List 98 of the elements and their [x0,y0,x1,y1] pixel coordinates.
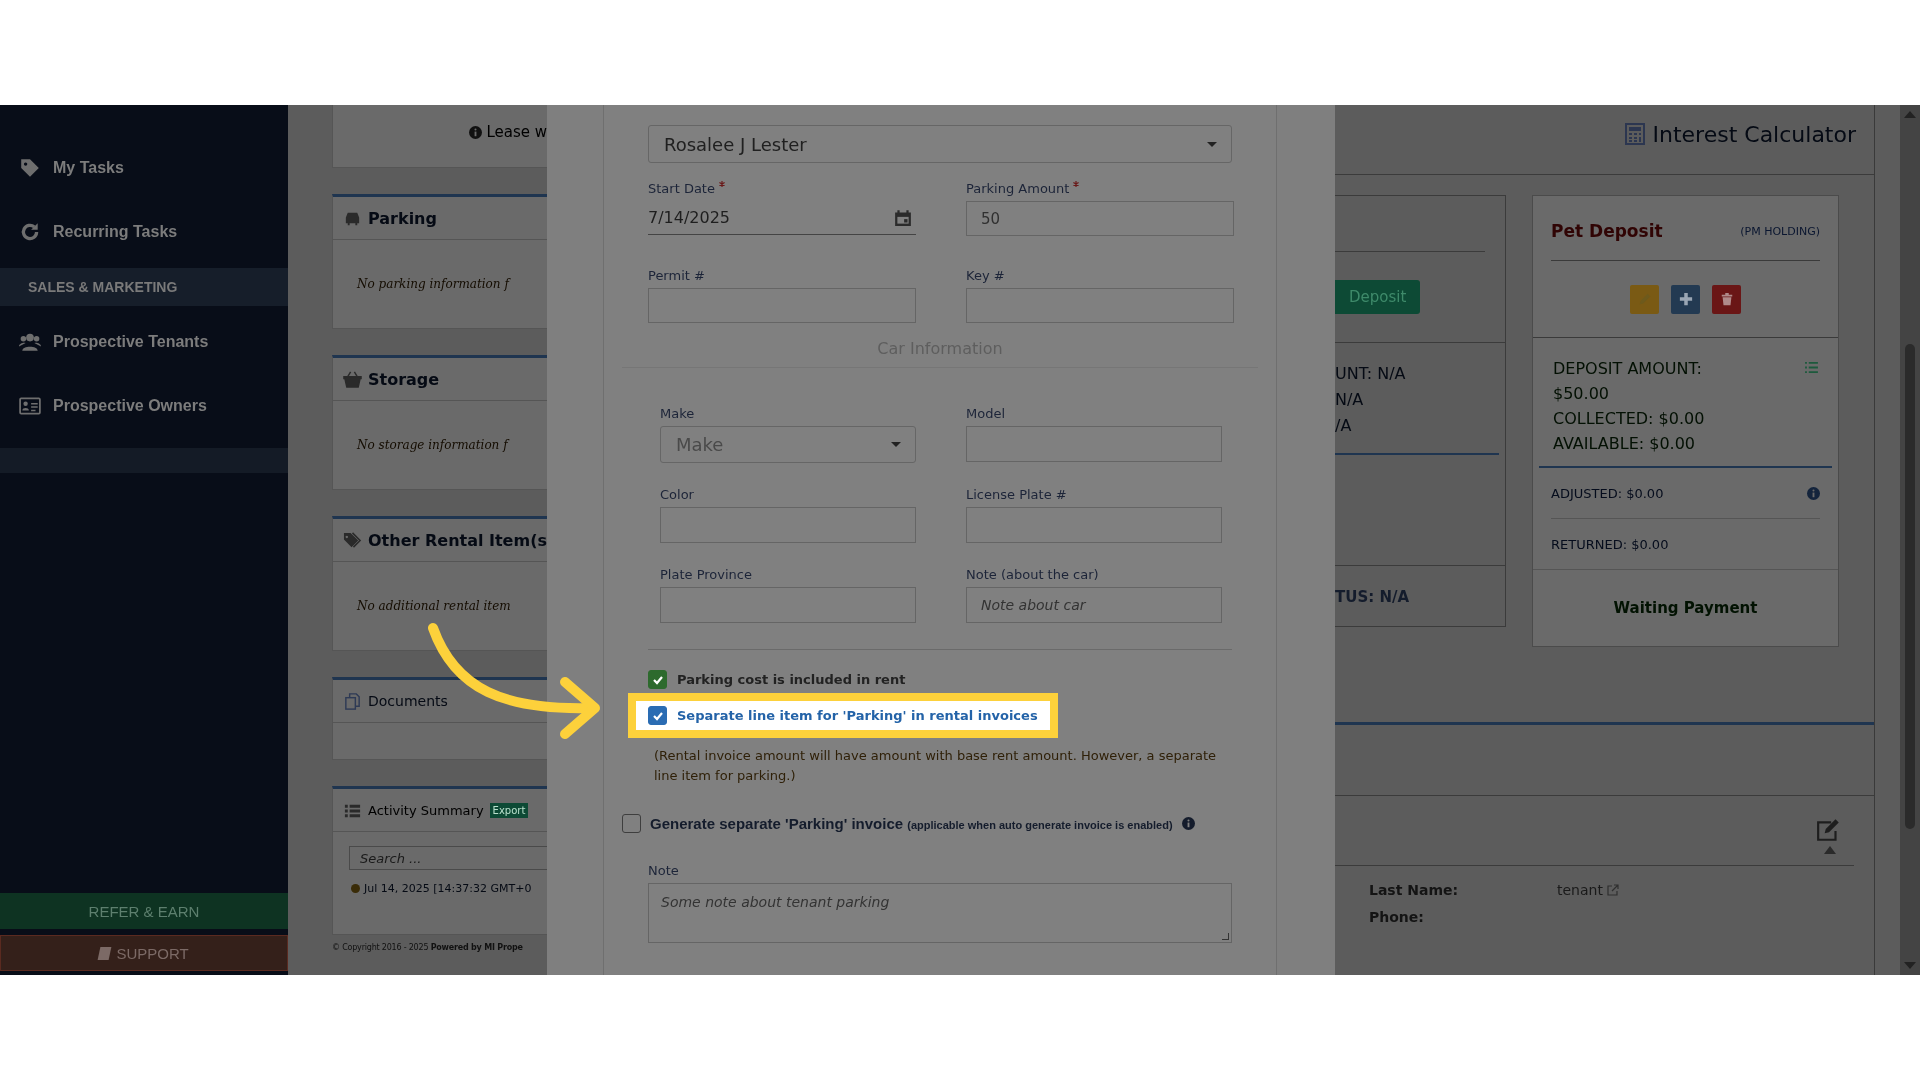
tags-icon [343,530,362,550]
required-icon [1073,181,1080,187]
payment-status: Waiting Payment [1533,569,1838,646]
section-title: Parking [368,208,437,228]
field-label: Start Date [648,181,916,197]
trash-icon [1719,292,1734,306]
input-field[interactable] [966,288,1234,323]
checkbox-option[interactable]: Parking cost is included in rent [648,670,1232,689]
deposit-amount-text: DEPOSIT AMOUNT: [1553,358,1703,380]
adjusted-amount: ADJUSTED: $0.00 [1551,485,1664,501]
calendar-icon[interactable] [894,208,912,227]
required-icon [718,181,725,187]
field-label: Parking Amount [966,181,1234,197]
tag-icon [19,157,41,179]
copy-icon [343,691,362,711]
refresh-icon [19,221,41,243]
empty-message: No parking information f [356,276,512,293]
input-field[interactable] [660,587,916,623]
refer-earn-button[interactable]: REFER & EARN [0,893,288,929]
lease-notice: Lease w [486,123,547,141]
help-text: (Rental invoice amount will have amount with base rent amount. However, a separate line item for parking.) [654,747,1218,785]
external-link-icon[interactable] [1606,883,1619,896]
deposit-button[interactable]: Deposit [1335,280,1421,314]
field-label: Last Name: [1369,881,1460,898]
plus-icon [1678,292,1693,306]
field-label: Key # [966,268,1006,284]
support-button[interactable]: SUPPORT [0,935,288,971]
checkbox[interactable] [622,814,641,833]
activity-entry: Jul 14, 2025 [14:37:32 GMT+0 [351,882,547,895]
export-badge[interactable]: Export [489,802,529,818]
sidebar-item-label: Prospective Owners [53,397,207,415]
input-field[interactable] [660,507,916,543]
list-icon[interactable] [1805,362,1818,373]
empty-message: No storage information f [356,437,511,454]
checkbox-label[interactable]: Generate separate 'Parking' invoice (applicable when auto generate invoice is enabled) [650,815,1173,832]
deposit-detail: /A [1335,415,1353,437]
edit-button[interactable] [1630,284,1659,314]
search-placeholder: Search ... [360,850,422,866]
field-label: Note (about the car) [966,567,1100,583]
caret-icon [1207,141,1217,147]
deposit-detail: N/A [1335,389,1365,411]
scrollbar[interactable] [1900,105,1920,975]
field-value[interactable]: tenant [1557,881,1603,898]
field-label: Make [660,406,696,422]
sidebar-item[interactable]: My Tasks [0,136,288,200]
basket-icon [343,369,362,389]
tenant-select[interactable]: Rosalee J Lester [648,125,1232,163]
search-field[interactable]: Search ... [349,846,547,870]
deposit-amount-text: $50.00 [1553,383,1610,405]
deposit-amount-text: AVAILABLE: $0.00 [1553,433,1696,455]
section-title: Activity Summary [368,802,484,818]
checkbox[interactable] [648,670,667,689]
sidebar-item-label: Prospective Tenants [53,333,209,351]
info-icon[interactable] [1181,817,1195,830]
sidebar-item[interactable]: Recurring Tasks [0,200,288,264]
caret-icon [891,442,901,447]
holding-label: (PM HOLDING) [1740,224,1820,238]
sidebar-item-label: Recurring Tasks [53,223,178,241]
section-title: Other Rental Item(s [368,530,547,550]
field-label: Phone: [1369,908,1425,925]
field-label: Plate Province [660,567,753,583]
caret-icon[interactable] [1824,846,1836,854]
input-field[interactable] [648,288,916,323]
input-field[interactable]: Note about car [966,587,1222,623]
interest-calculator-link[interactable]: Interest Calculator [1624,119,1856,149]
sidebar-item[interactable]: Prospective Tenants [0,310,288,374]
section-title: Storage [368,369,440,389]
field-label: Note [648,863,680,879]
sidebar-item[interactable]: Prospective Owners [0,374,288,438]
card-title: Pet Deposit [1551,221,1663,241]
sidebar-item-label: My Tasks [53,159,124,177]
input-field[interactable] [966,507,1222,543]
deposit-amount-text: COLLECTED: $0.00 [1553,408,1705,430]
sidebar-section-heading: SALES & MARKETING [0,268,288,306]
date-field[interactable]: 7/14/2025 [648,201,916,235]
checkbox[interactable] [648,706,667,725]
note-field[interactable]: Some note about tenant parking [648,883,1232,943]
field-label: Model [966,406,1007,422]
deposit-status: TUS: N/A [1335,587,1411,606]
edit-icon[interactable] [1816,818,1842,842]
field-label: Permit # [648,268,706,284]
section-title: Documents [368,693,448,709]
info-icon[interactable] [1807,486,1820,500]
book-icon [98,946,112,960]
people-icon [19,331,41,353]
returned-amount: RETURNED: $0.00 [1551,536,1669,552]
calculator-icon [1624,123,1645,145]
id-card-icon [19,395,41,417]
input-field[interactable]: 50 [966,201,1234,236]
add-button[interactable] [1671,284,1700,314]
field-label: License Plate # [966,487,1068,503]
delete-button[interactable] [1712,284,1741,314]
input-field[interactable] [966,426,1222,462]
copyright-text: © Copyright 2016 - 2025 Powered by MI Prope [332,943,524,952]
info-icon [469,125,483,139]
deposit-detail: UNT: N/A [1335,363,1407,385]
field-label: Color [660,487,695,503]
empty-message: No additional rental item [356,598,512,615]
